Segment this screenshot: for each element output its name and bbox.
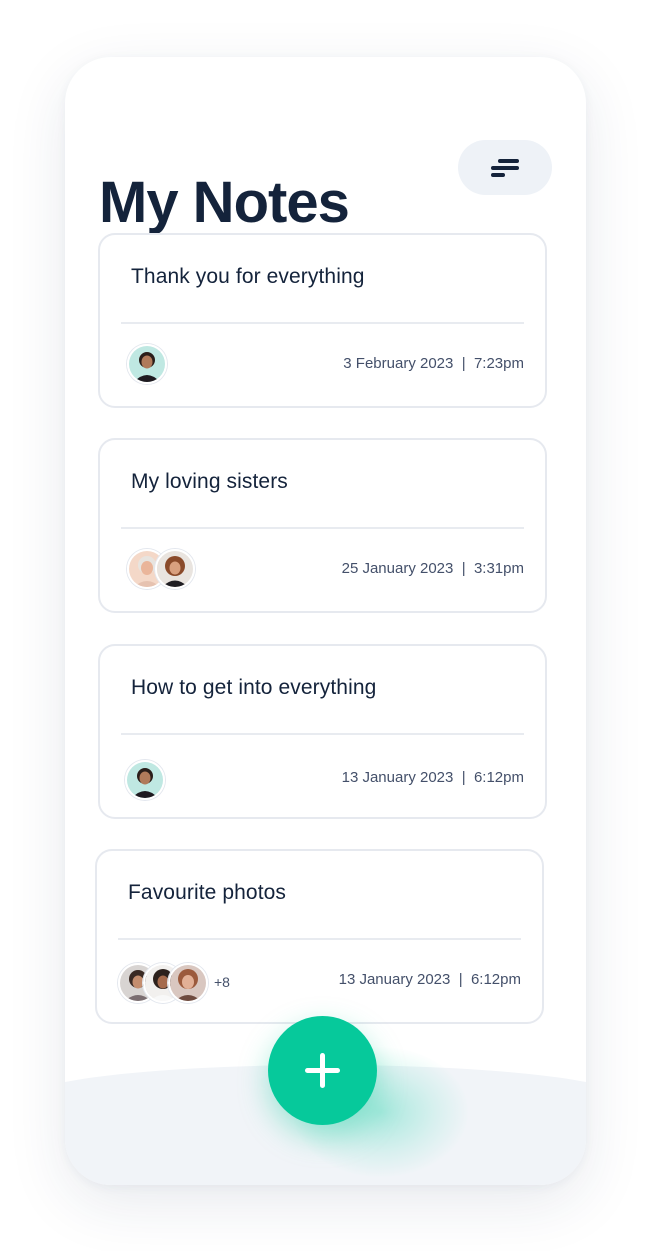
note-card[interactable]: Thank you for everything 3 February 2023… bbox=[98, 233, 547, 408]
divider bbox=[118, 938, 521, 940]
divider bbox=[121, 527, 524, 529]
page-title: My Notes bbox=[99, 169, 350, 235]
note-title: Favourite photos bbox=[128, 881, 287, 904]
add-note-button[interactable] bbox=[268, 1016, 377, 1125]
note-date: 25 January 2023 bbox=[341, 560, 454, 577]
divider bbox=[121, 322, 524, 324]
avatar bbox=[168, 963, 208, 1003]
note-card[interactable]: How to get into everything 13 January 20… bbox=[98, 644, 547, 819]
avatar bbox=[127, 344, 167, 384]
note-title: My loving sisters bbox=[131, 470, 288, 493]
note-timestamp: 3 February 2023 | 7:23pm bbox=[343, 355, 524, 372]
note-date: 13 January 2023 bbox=[341, 769, 454, 786]
filter-button[interactable] bbox=[458, 140, 552, 195]
avatar bbox=[125, 760, 165, 800]
note-timestamp: 13 January 2023 | 6:12pm bbox=[338, 971, 521, 988]
divider bbox=[121, 733, 524, 735]
note-time: 6:12pm bbox=[473, 769, 524, 786]
note-date: 3 February 2023 bbox=[343, 355, 454, 372]
note-time: 3:31pm bbox=[473, 560, 524, 577]
avatar bbox=[155, 549, 195, 589]
note-time: 7:23pm bbox=[473, 355, 524, 372]
note-title: How to get into everything bbox=[131, 676, 377, 699]
more-avatars-count: +8 bbox=[214, 974, 230, 990]
note-card[interactable]: My loving sisters 25 January 2023 | 3:31… bbox=[98, 438, 547, 613]
note-card[interactable]: Favourite photos +8 13 January 2023 | 6:… bbox=[95, 849, 544, 1024]
note-title: Thank you for everything bbox=[131, 265, 365, 288]
note-timestamp: 25 January 2023 | 3:31pm bbox=[341, 560, 524, 577]
note-date: 13 January 2023 bbox=[338, 971, 451, 988]
phone-screen: My Notes Thank you for everything 3 Febr… bbox=[65, 57, 586, 1185]
note-timestamp: 13 January 2023 | 6:12pm bbox=[341, 769, 524, 786]
note-time: 6:12pm bbox=[470, 971, 521, 988]
